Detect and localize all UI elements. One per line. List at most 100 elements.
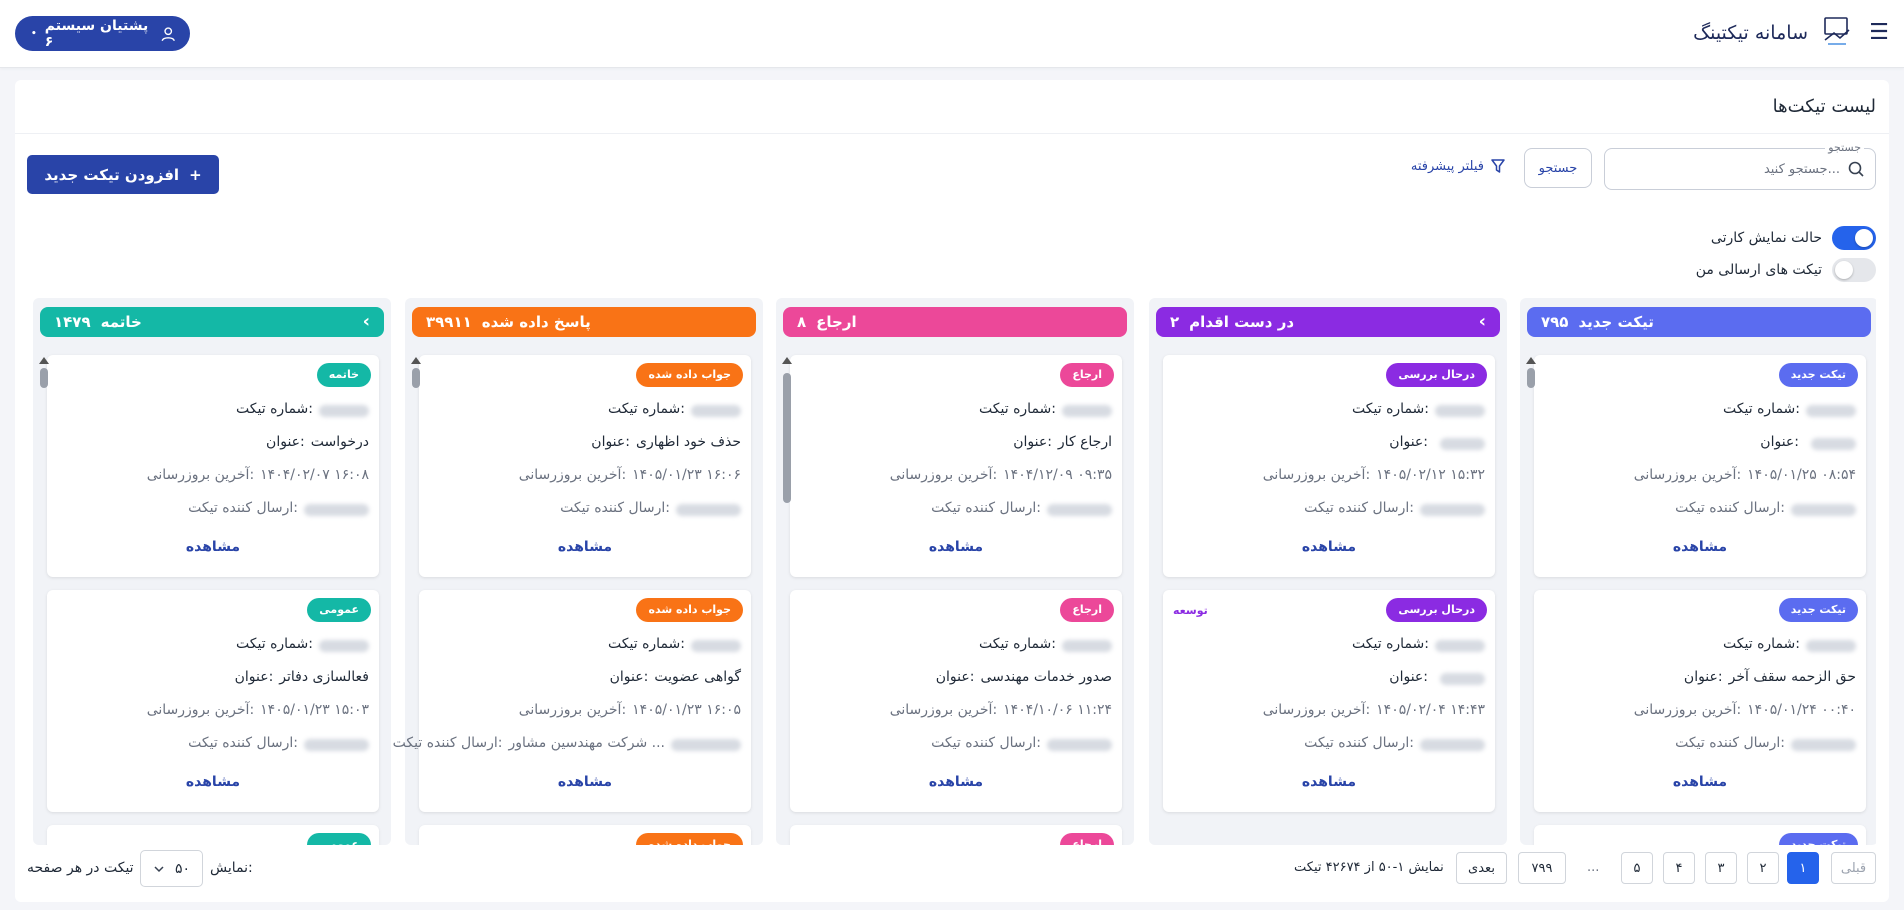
ticket-updated-label: آخرین بروزرسانی:: [889, 702, 998, 718]
ticket-sender-redacted: [1420, 739, 1485, 751]
ticket-sender-redacted: [304, 739, 369, 751]
hamburger-menu-icon[interactable]: ☰: [1868, 22, 1890, 44]
column-name: تیکت جدید: [1578, 313, 1654, 331]
ticket-title-redacted: [1440, 438, 1485, 450]
ticket-number-label: شماره تیکت:: [236, 401, 313, 417]
ticket-number: شماره تیکت:: [1723, 401, 1856, 417]
status-badge: جواب داده شده: [636, 833, 743, 845]
ticket-title-redacted: [1440, 673, 1485, 685]
top-bar: ☰ سامانه تیکتینگ • پشتیان سیستم ۶: [0, 0, 1904, 68]
ticket-card[interactable]: جواب داده شده شماره تیکت: عنوان: گواهی عضوی…: [393, 590, 751, 812]
ticket-title-value: ارجاع کار: [1057, 434, 1112, 450]
view-ticket-link[interactable]: مشاهده: [47, 539, 379, 555]
ticket-updated-value: ۱۴۰۴/۱۰/۰۶ ۱۱:۲۴: [1003, 702, 1112, 718]
ticket-updated-value: ۱۴۰۵/۰۱/۲۳ ۱۶:۰۶: [632, 467, 741, 483]
ticket-updated-label: آخرین بروزرسانی:: [889, 467, 998, 483]
ticket-title-value: درخواست: [310, 434, 369, 450]
ticket-card[interactable]: تیکت جدید شماره تیکت: عنوان: آخرین بروزرسان…: [1534, 355, 1866, 577]
view-ticket-link[interactable]: مشاهده: [419, 774, 751, 790]
card-view-toggle[interactable]: [1832, 226, 1876, 250]
ticket-title: عنوان:: [1760, 434, 1856, 450]
view-ticket-link[interactable]: مشاهده: [1163, 539, 1495, 555]
per-page-select[interactable]: ۵۰: [140, 850, 203, 887]
user-icon: [161, 26, 175, 41]
ticket-updated: آخرین بروزرسانی: ۱۴۰۵/۰۲/۱۲ ۱۵:۳۲: [1263, 467, 1485, 483]
ticket-number: شماره تیکت:: [979, 636, 1112, 652]
column-name: خاتمه: [100, 313, 142, 331]
ticket-card[interactable]: جواب داده شده: [419, 825, 751, 845]
ticket-title-value: صدور خدمات مهندسی: [980, 669, 1112, 685]
scrollbar-thumb[interactable]: [1527, 368, 1535, 388]
scroll-up-arrow[interactable]: [782, 357, 792, 364]
ticket-sender-label: ارسال کننده تیکت:: [1675, 735, 1785, 751]
view-ticket-link[interactable]: مشاهده: [419, 539, 751, 555]
ticket-number: شماره تیکت:: [1723, 636, 1856, 652]
ticket-card[interactable]: ارجاع شماره تیکت: عنوان: ارجاع کار آخرین برو…: [790, 355, 1122, 577]
status-badge: جواب داده شده: [636, 363, 743, 387]
scroll-up-arrow[interactable]: [1526, 357, 1536, 364]
column-header: ۱۴۷۹ خاتمه ‹: [40, 307, 384, 337]
ticket-updated: آخرین بروزرسانی: ۱۴۰۴/۱۰/۰۶ ۱۱:۲۴: [890, 702, 1112, 718]
kanban-column: ۲ در دست اقدام ‹ درحال بررسی شماره تیکت: عنوا…: [1149, 298, 1507, 845]
ticket-number-redacted: [1062, 640, 1112, 652]
per-page-suffix: تیکت در هر صفحه: [27, 860, 134, 876]
add-ticket-button[interactable]: + افزودن تیکت جدید: [27, 155, 219, 194]
chevron-left-icon[interactable]: ‹: [1479, 313, 1486, 331]
ticket-title-redacted: [1811, 438, 1856, 450]
app-title: سامانه تیکتینگ: [1693, 22, 1808, 44]
last-page-button[interactable]: ۷۹۹: [1518, 852, 1566, 884]
ticket-card[interactable]: ارجاع شماره تیکت: عنوان: صدور خدمات مهندسی آ…: [790, 590, 1122, 812]
ticket-updated: آخرین بروزرسانی: ۱۴۰۵/۰۱/۲۳ ۱۶:۰۶: [519, 467, 741, 483]
ticket-updated-value: ۱۴۰۵/۰۱/۲۳ ۱۶:۰۵: [632, 702, 741, 718]
ticket-title: عنوان: فعالسازی دفاتر: [235, 669, 369, 685]
column-header: ۸ ارجاع: [783, 307, 1127, 337]
scrollbar-thumb[interactable]: [40, 368, 48, 388]
column-header-title: ۲ در دست اقدام: [1170, 313, 1294, 331]
ticket-card[interactable]: خاتمه شماره تیکت: عنوان: درخواست آخرین بروزر…: [47, 355, 379, 577]
ticket-card[interactable]: تیکت جدید شماره تیکت: عنوان: حق الزحمه سقف …: [1534, 590, 1866, 812]
ticket-card[interactable]: جواب داده شده شماره تیکت: عنوان: حذف خود اظ…: [419, 355, 751, 577]
ticket-number-redacted: [691, 640, 741, 652]
ticket-number-label: شماره تیکت:: [608, 401, 685, 417]
search-button[interactable]: جستجو: [1524, 148, 1592, 188]
ticket-updated-value: ۱۴۰۵/۰۲/۱۲ ۱۵:۳۲: [1376, 467, 1485, 483]
scrollbar-thumb[interactable]: [412, 368, 420, 388]
ticket-card[interactable]: درحال بررسی توسعه شماره تیکت: عنوان: آخرین ب…: [1163, 590, 1495, 812]
ticket-number: شماره تیکت:: [1352, 401, 1485, 417]
scrollbar-thumb[interactable]: [783, 373, 791, 503]
column-header: ۷۹۵ تیکت جدید: [1527, 307, 1871, 337]
scroll-up-arrow[interactable]: [39, 357, 49, 364]
ticket-title-value: حذف خود اظهاری: [635, 434, 741, 450]
ticket-number-label: شماره تیکت:: [1723, 636, 1800, 652]
user-menu-button[interactable]: • پشتیان سیستم ۶: [15, 16, 190, 51]
next-page-button[interactable]: بعدی: [1456, 852, 1507, 884]
ticket-updated-label: آخرین بروزرسانی:: [1262, 467, 1371, 483]
ticket-card[interactable]: ارجاع: [790, 825, 1122, 845]
ticket-number-label: شماره تیکت:: [979, 401, 1056, 417]
page-3-button[interactable]: ۳: [1705, 852, 1737, 884]
ticket-number-redacted: [1806, 405, 1856, 417]
page-4-button[interactable]: ۴: [1663, 852, 1695, 884]
page-1-button[interactable]: ۱: [1787, 852, 1819, 884]
per-page-value: ۵۰: [174, 860, 190, 877]
advanced-filter-link[interactable]: فیلتر پیشرفته: [1411, 158, 1506, 174]
view-ticket-link[interactable]: مشاهده: [1534, 539, 1866, 555]
ticket-updated: آخرین بروزرسانی: ۱۴۰۵/۰۱/۲۵ ۰۸:۵۴: [1634, 467, 1856, 483]
view-ticket-link[interactable]: مشاهده: [790, 539, 1122, 555]
page-2-button[interactable]: ۲: [1747, 852, 1779, 884]
prev-page-button[interactable]: قبلی: [1831, 852, 1876, 884]
scroll-up-arrow[interactable]: [411, 357, 421, 364]
view-ticket-link[interactable]: مشاهده: [1534, 774, 1866, 790]
view-ticket-link[interactable]: مشاهده: [790, 774, 1122, 790]
ticket-card[interactable]: تیکت جدید: [1534, 825, 1866, 845]
view-ticket-link[interactable]: مشاهده: [1163, 774, 1495, 790]
ticket-card[interactable]: عمومی: [47, 825, 379, 845]
chevron-left-icon[interactable]: ‹: [363, 313, 370, 331]
ticket-card[interactable]: درحال بررسی شماره تیکت: عنوان: آخرین بروزرس…: [1163, 355, 1495, 577]
page-5-button[interactable]: ۵: [1621, 852, 1653, 884]
add-ticket-label: افزودن تیکت جدید: [44, 165, 180, 184]
ticket-card[interactable]: عمومی شماره تیکت: عنوان: فعالسازی دفاتر آخری…: [47, 590, 379, 812]
ticket-sender-redacted: [1047, 739, 1112, 751]
my-tickets-toggle[interactable]: [1832, 258, 1876, 282]
view-ticket-link[interactable]: مشاهده: [47, 774, 379, 790]
